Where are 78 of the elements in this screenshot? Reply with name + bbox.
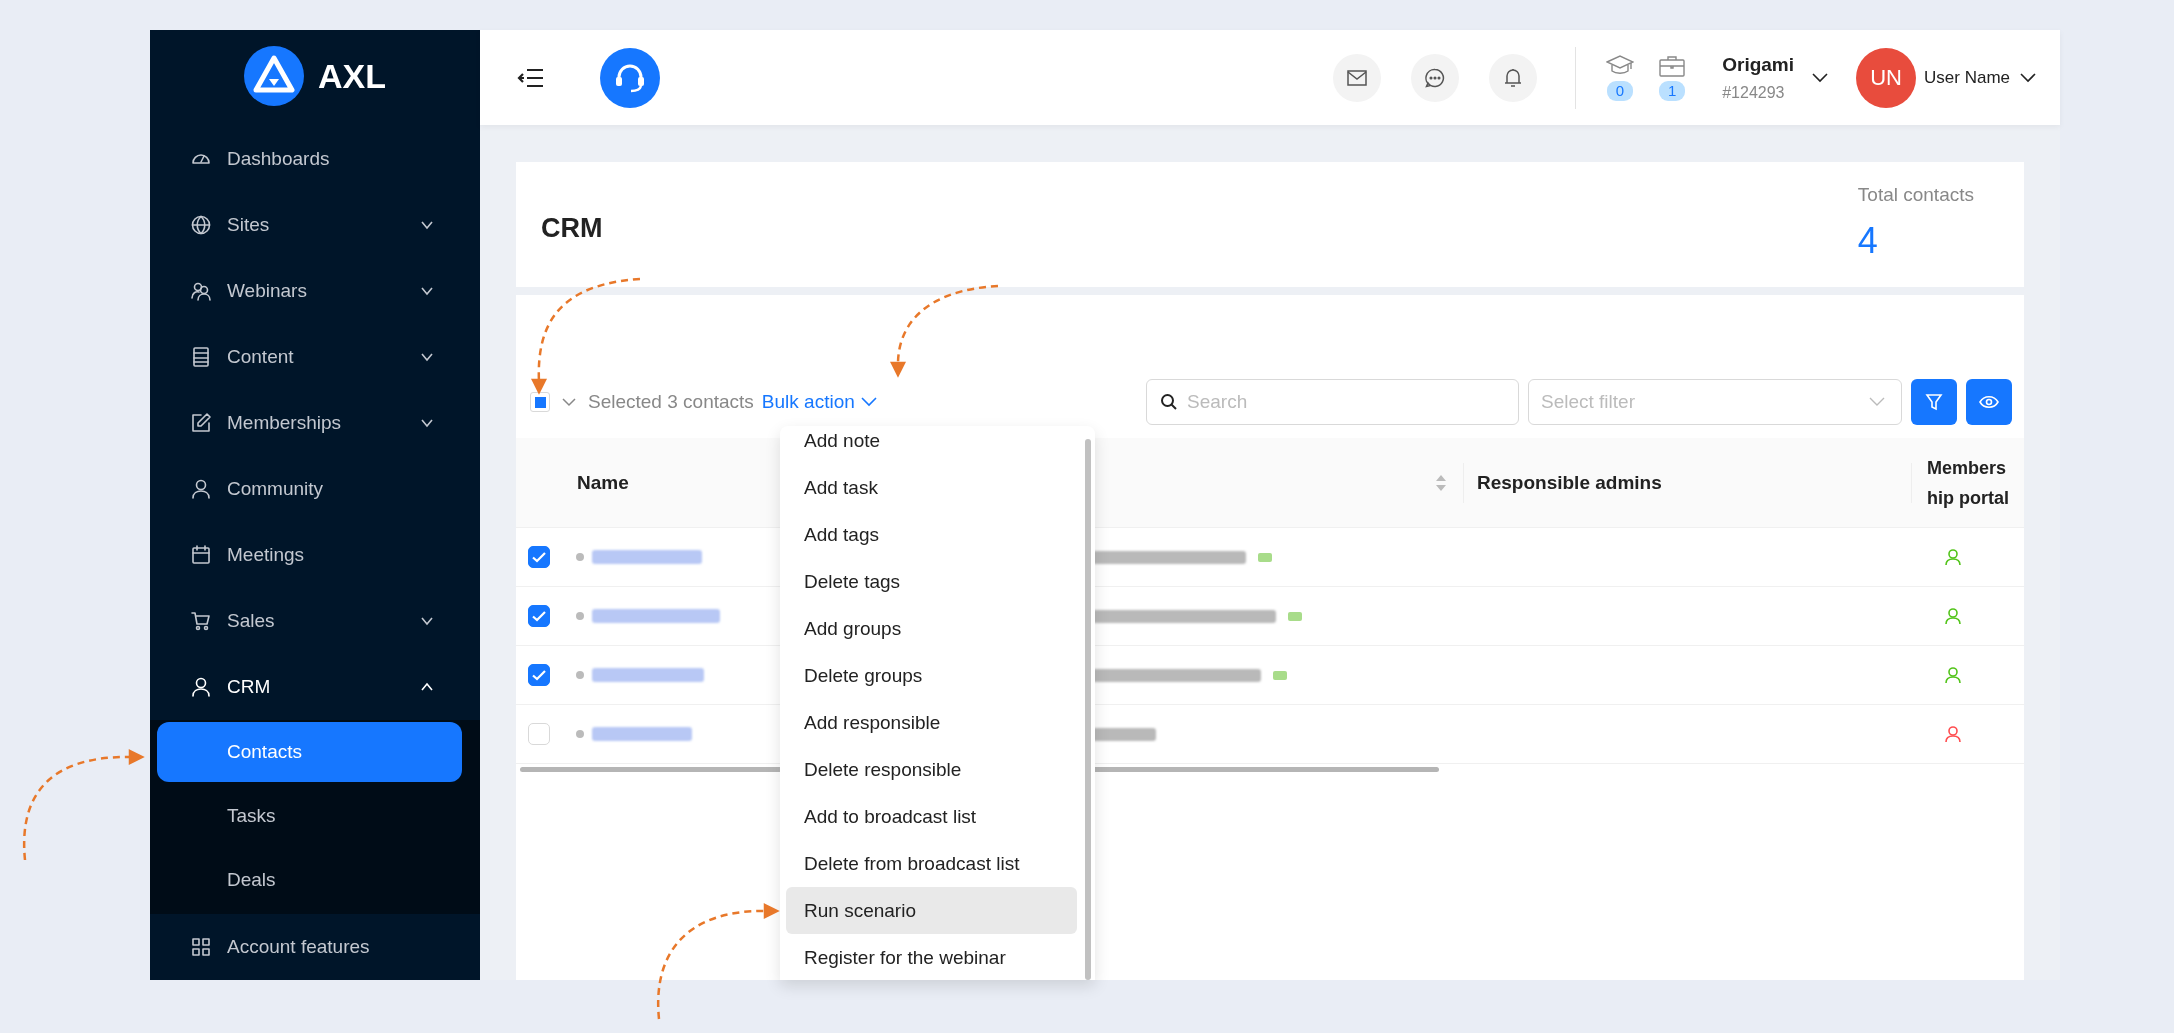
total-value: 4 (1857, 220, 1879, 262)
cart-icon (190, 610, 212, 632)
menu-item[interactable]: Delete from broadcast list (786, 840, 1077, 887)
submenu-item[interactable]: Tasks (157, 786, 462, 846)
user-name: User Name (1924, 67, 2010, 88)
chevron-down-icon (1869, 397, 1885, 407)
check-icon (532, 551, 546, 563)
submenu-item[interactable]: Deals (157, 850, 462, 910)
scrollbar[interactable] (1085, 439, 1091, 980)
page-title: CRM (541, 212, 603, 244)
submenu-item[interactable]: Contacts (157, 722, 462, 782)
nav-item[interactable]: Meetings (150, 522, 480, 588)
check-icon (532, 610, 546, 622)
menu-item[interactable]: Delete tags (786, 558, 1077, 605)
menu-item[interactable]: Run scenario (786, 887, 1077, 934)
search-field[interactable]: Search (1146, 379, 1519, 425)
bulk-action-link[interactable]: Bulk action (761, 391, 877, 413)
status-dot (576, 671, 584, 679)
funnel-icon (1925, 393, 1943, 411)
column-header[interactable]: Name (577, 471, 629, 494)
edit-icon (190, 412, 212, 434)
status-dot (576, 612, 584, 620)
count-badge: 0 (1606, 80, 1634, 101)
select-all-checkbox[interactable] (530, 392, 550, 412)
menu-item[interactable]: Add note (786, 426, 1077, 464)
graduation-cap-icon[interactable] (1605, 54, 1634, 77)
nav-item[interactable]: CRM (150, 654, 480, 720)
nav-item[interactable]: Sales (150, 588, 480, 654)
selection-count: Selected 3 contacts (588, 391, 754, 413)
chevron-down-icon (860, 397, 877, 407)
company-id: #124293 (1722, 83, 1786, 102)
grid-icon (190, 936, 212, 958)
chevron-down-icon[interactable] (1812, 72, 1829, 83)
company-name: Origami (1722, 53, 1795, 76)
menu-item[interactable]: Add task (786, 464, 1077, 511)
filter-button[interactable] (1911, 379, 1957, 425)
row-checkbox[interactable] (528, 546, 550, 568)
check-icon (532, 669, 546, 681)
menu-item[interactable]: Add to broadcast list (786, 793, 1077, 840)
status-dot (576, 730, 584, 738)
menu-item[interactable]: Delete responsible (786, 746, 1077, 793)
row-checkbox[interactable] (528, 664, 550, 686)
person-icon (190, 676, 212, 698)
menu-item[interactable]: Add tags (786, 511, 1077, 558)
nav-item[interactable]: Account features (150, 914, 480, 980)
logo-text: AXL (318, 56, 386, 96)
nav-item[interactable]: Memberships (150, 390, 480, 456)
briefcase-icon[interactable] (1659, 54, 1686, 77)
document-icon (190, 346, 212, 368)
view-button[interactable] (1966, 379, 2012, 425)
menu-item[interactable]: Add responsible (786, 699, 1077, 746)
nav-item[interactable]: Dashboards (150, 126, 480, 192)
count-badge: 1 (1658, 80, 1686, 101)
people-icon (190, 280, 212, 302)
logo-icon (244, 46, 304, 106)
nav-item[interactable]: Community (150, 456, 480, 522)
chevron-down-icon[interactable] (2020, 72, 2036, 83)
nav-item[interactable]: Content (150, 324, 480, 390)
menu-item[interactable]: Register for the webinar (786, 934, 1077, 980)
row-checkbox[interactable] (528, 605, 550, 627)
column-header[interactable]: Responsible admins (1477, 471, 1662, 494)
bell-icon (1503, 67, 1522, 88)
nav-item[interactable]: Webinars (150, 258, 480, 324)
person-icon (190, 478, 212, 500)
headset-icon[interactable] (600, 47, 660, 108)
calendar-icon (190, 544, 212, 566)
search-icon (1160, 393, 1178, 411)
user-avatar[interactable]: UN (1856, 47, 1917, 108)
menu-item[interactable]: Add groups (786, 605, 1077, 652)
menu-item[interactable]: Delete groups (786, 652, 1077, 699)
total-label: Total contacts (1857, 184, 1974, 206)
column-header[interactable]: Membership portal (1927, 452, 2013, 513)
nav-item[interactable]: Sites (150, 192, 480, 258)
globe-icon (190, 214, 212, 236)
mail-icon (1346, 69, 1367, 86)
chat-icon (1424, 67, 1445, 88)
status-dot (576, 553, 584, 561)
eye-icon (1979, 395, 1999, 409)
